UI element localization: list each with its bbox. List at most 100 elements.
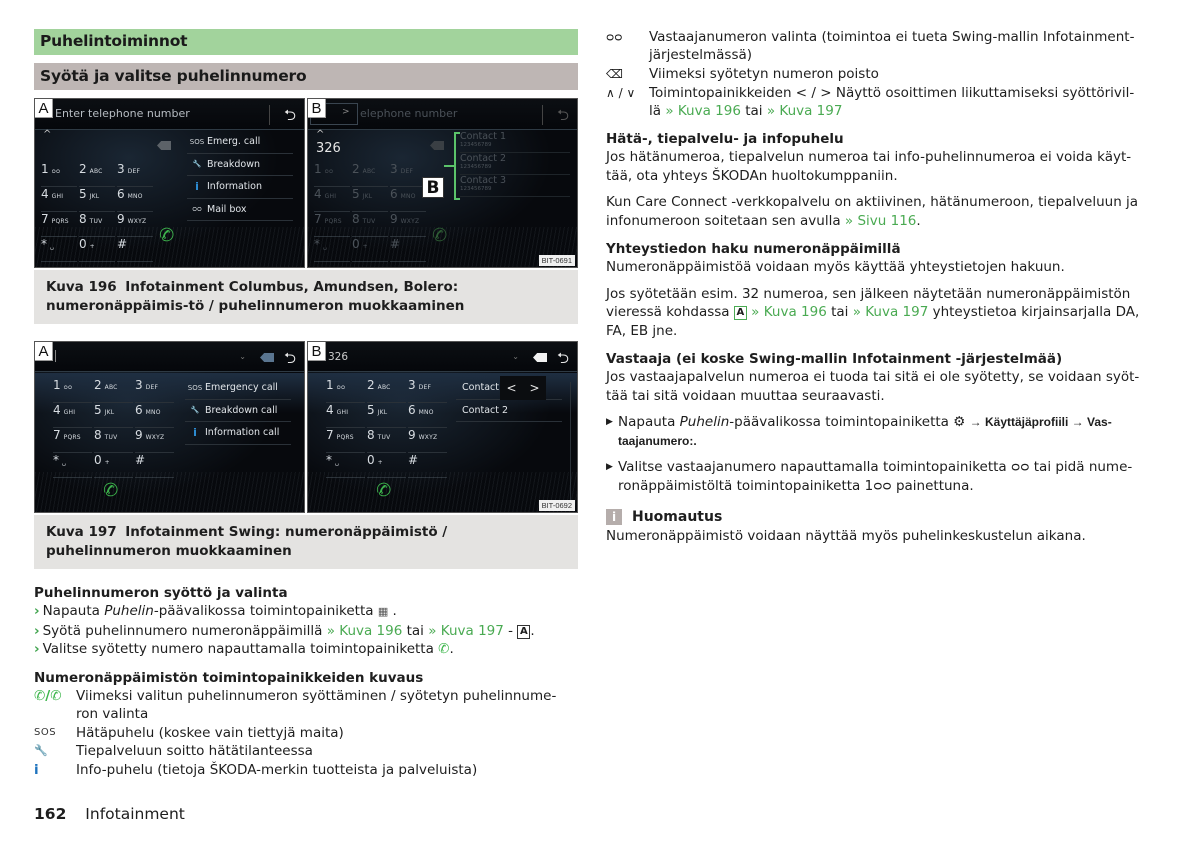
backspace-icon[interactable]	[260, 353, 274, 362]
link-kuva-196[interactable]: » Kuva 196	[327, 623, 403, 639]
page-number: 162	[34, 805, 67, 823]
keypad-key[interactable]: 2 ABC	[352, 162, 388, 187]
menu-item-information-call[interactable]: i Information call	[185, 422, 291, 445]
contact-item[interactable]: Contact 2 123456789	[460, 153, 570, 175]
button-legend-continued: ᴑᴑ Vastaajanumeron valinta (toimintoa ei…	[606, 28, 1146, 120]
step-text-part: -päävalikossa toimintopainiketta	[729, 414, 954, 430]
keypad-key[interactable]: 2 ABC	[367, 378, 406, 403]
key-digit: #	[408, 453, 419, 467]
key-digit: 3	[408, 378, 416, 392]
link-kuva-197[interactable]: » Kuva 197	[767, 103, 843, 119]
scroll-down-icon[interactable]: ⌄	[512, 352, 519, 361]
keypad-key[interactable]: 3 DEF	[408, 378, 447, 403]
divider	[269, 105, 270, 125]
keypad-key[interactable]: 7 PQRS	[326, 428, 365, 453]
key-letters: JKL	[362, 193, 373, 200]
keypad-key[interactable]: 6 MNO	[117, 187, 153, 212]
keypad-key[interactable]: 4 GHI	[53, 403, 92, 428]
keypad-key[interactable]: 9 WXYZ	[135, 428, 174, 453]
link-kuva-196[interactable]: » Kuva 196	[751, 304, 827, 320]
back-icon[interactable]: ⮌	[284, 348, 296, 373]
key-digit: 1	[314, 162, 322, 176]
keypad-key[interactable]: 2 ABC	[94, 378, 133, 403]
keypad-key[interactable]: 5 JKL	[352, 187, 388, 212]
contact-item[interactable]: Contact 1 123456789	[460, 131, 570, 153]
keypad-key[interactable]: 6 MNO	[408, 403, 447, 428]
step-arrow-icon: ›	[34, 641, 40, 657]
menu-item-label: Information call	[205, 427, 280, 439]
keypad-key[interactable]: 7 PQRS	[53, 428, 92, 453]
legend-text: Tiepalveluun soitto hätätilanteessa	[76, 743, 313, 759]
key-letters: GHI	[63, 409, 76, 416]
keypad-key[interactable]: 9 WXYZ	[408, 428, 447, 453]
keypad-key[interactable]: 5 JKL	[79, 187, 115, 212]
key-letters: DEF	[418, 384, 432, 391]
contact-number: 123456789	[460, 186, 492, 192]
keypad-key[interactable]: 5 JKL	[367, 403, 406, 428]
keypad-key[interactable]: 4 GHI	[326, 403, 365, 428]
caption-number: Kuva 197	[46, 524, 117, 540]
contact-item[interactable]: Contact 3 123456789	[460, 175, 570, 197]
menu-item-emerg-call[interactable]: SOS Emerg. call	[187, 131, 293, 154]
key-digit: 1	[53, 378, 61, 392]
phone-input[interactable]: Enter telephone number	[55, 107, 190, 120]
keypad-key[interactable]: 3 DEF	[117, 162, 153, 187]
keypad-key[interactable]: 4 GHI	[41, 187, 77, 212]
key-letters: ABC	[89, 168, 103, 175]
key-digit: 5	[94, 403, 102, 417]
menu-item-breakdown-call[interactable]: 🔧 Breakdown call	[185, 400, 291, 422]
step-text: Syötä puhelinnumero numeronäppäimillä	[42, 622, 327, 639]
scroll-down-icon[interactable]: ⌄	[239, 352, 246, 361]
scroll-up-icon[interactable]: ^	[43, 129, 51, 140]
keypad-key[interactable]: 3 DEF	[390, 162, 426, 187]
link-sivu-116[interactable]: » Sivu 116	[845, 213, 916, 229]
phone-input[interactable]: elephone number	[360, 107, 457, 120]
keypad-key[interactable]: 4 GHI	[314, 187, 350, 212]
key-letters: JKL	[377, 409, 388, 416]
cursor-arrow-icon[interactable]: >	[342, 107, 350, 117]
keypad-key[interactable]: 2 ABC	[79, 162, 115, 187]
link-kuva-197[interactable]: » Kuva 197	[428, 623, 504, 639]
figure-196: A Enter telephone number ⮌ ^ 1 ᴑᴑ 2 ABC 3 DEF…	[34, 98, 578, 268]
keypad-key[interactable]: 1 ᴑᴑ	[326, 378, 365, 403]
keypad-key[interactable]: 3 DEF	[135, 378, 174, 403]
cursor-right-button[interactable]: >	[529, 381, 539, 395]
link-kuva-197[interactable]: » Kuva 197	[853, 304, 929, 320]
keypad-key[interactable]: 6 MNO	[390, 187, 426, 212]
menu-item-mail-box[interactable]: ᴑᴑ Mail box	[187, 199, 293, 221]
backspace-icon[interactable]	[533, 353, 547, 362]
scroll-up-icon[interactable]: ^	[316, 129, 324, 140]
menu-item-information[interactable]: i Information	[187, 176, 293, 199]
back-icon[interactable]: ⮌	[557, 105, 569, 130]
key-digit: *	[53, 453, 59, 467]
cursor-left-button[interactable]: <	[506, 381, 516, 395]
keypad-key[interactable]: 8 TUV	[94, 428, 133, 453]
keypad-key[interactable]: 1 ᴑᴑ	[53, 378, 92, 403]
key-letters: PQRS	[324, 218, 342, 225]
input-bar: 326 ⌄ ⮌	[308, 342, 577, 372]
menu-item-emergency-call[interactable]: SOS Emergency call	[185, 377, 291, 400]
keypad-key[interactable]: 6 MNO	[135, 403, 174, 428]
key-digit: 2	[352, 162, 360, 176]
link-kuva-196[interactable]: » Kuva 196	[665, 103, 741, 119]
sos-icon: SOS	[187, 383, 203, 392]
back-icon[interactable]: ⮌	[557, 348, 569, 373]
backspace-icon[interactable]	[157, 141, 171, 150]
keypad-key[interactable]: 8 TUV	[367, 428, 406, 453]
backspace-icon[interactable]	[430, 141, 444, 150]
key-letters: JKL	[89, 193, 100, 200]
key-digit: 6	[117, 187, 125, 201]
key-digit: 7	[53, 428, 61, 442]
keypad-key[interactable]: 1 ᴑᴑ	[41, 162, 77, 187]
back-icon[interactable]: ⮌	[284, 105, 296, 130]
menu-item-breakdown[interactable]: 🔧 Breakdown	[187, 154, 293, 176]
voicemail-paragraph: Jos vastaajapalvelun numeroa ei tuoda ta…	[606, 369, 1140, 404]
legend-text: Viimeksi syötetyn numeron poisto	[649, 66, 879, 82]
keypad-key[interactable]: 5 JKL	[94, 403, 133, 428]
contact-item[interactable]: Contact 2	[456, 400, 562, 422]
step-text: Napauta	[42, 603, 105, 619]
key-digit: 4	[41, 187, 49, 201]
figure-code: BIT-0691	[538, 255, 575, 266]
key-letters: WXYZ	[145, 434, 165, 441]
keypad-key[interactable]: 1 ᴑᴑ	[314, 162, 350, 187]
